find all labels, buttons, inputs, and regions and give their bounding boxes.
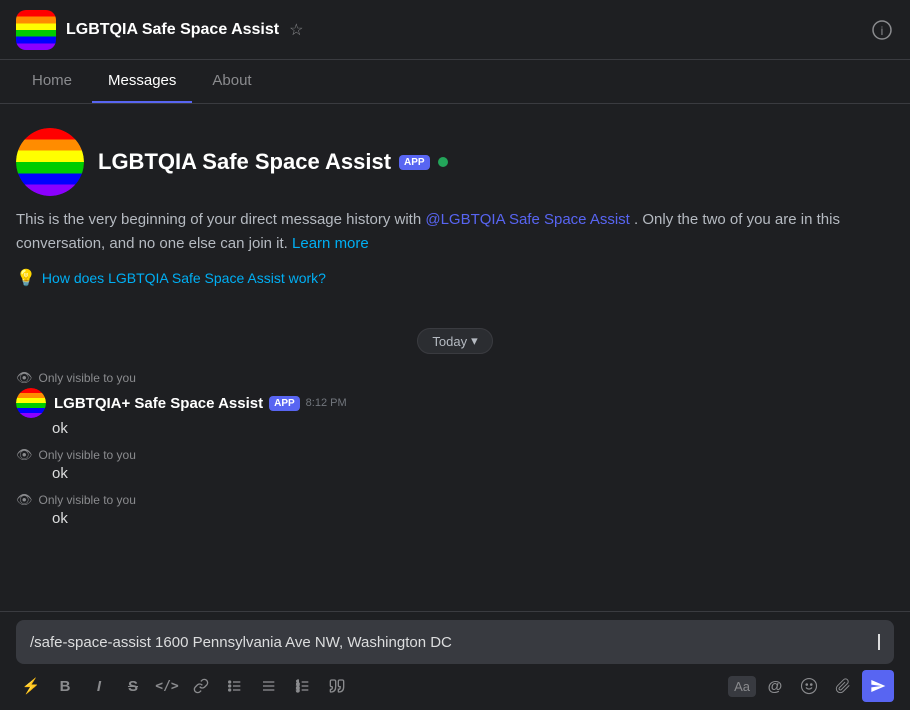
bullet-list-button[interactable] bbox=[220, 671, 250, 701]
learn-more-link[interactable]: Learn more bbox=[292, 235, 369, 252]
eye-icon-3: 👁 bbox=[16, 492, 33, 508]
header-title: LGBTQIA Safe Space Assist bbox=[66, 21, 279, 39]
text-cursor bbox=[878, 634, 880, 650]
intro-text: This is the very beginning of your direc… bbox=[16, 208, 894, 256]
app-logo bbox=[16, 10, 56, 50]
bold-button[interactable]: B bbox=[50, 671, 80, 701]
attach-button[interactable] bbox=[828, 671, 858, 701]
table-row: 👁 Only visible to you ok bbox=[16, 492, 894, 527]
message-text-3: ok bbox=[16, 510, 894, 527]
bot-mention[interactable]: @LGBTQIA Safe Space Assist bbox=[425, 211, 630, 228]
bot-name-row: LGBTQIA Safe Space Assist APP bbox=[98, 149, 448, 175]
italic-button[interactable]: I bbox=[84, 671, 114, 701]
link-button[interactable] bbox=[186, 671, 216, 701]
bot-app-badge: APP bbox=[399, 155, 430, 170]
input-area: /safe-space-assist 1600 Pennsylvania Ave… bbox=[0, 611, 910, 710]
tab-about[interactable]: About bbox=[196, 60, 267, 103]
message-timestamp: 8:12 PM bbox=[306, 397, 347, 409]
send-button[interactable] bbox=[862, 670, 894, 702]
code-button[interactable]: </> bbox=[152, 671, 182, 701]
lightning-button[interactable]: ⚡ bbox=[16, 671, 46, 701]
chat-area: LGBTQIA Safe Space Assist APP This is th… bbox=[0, 104, 910, 611]
toolbar: ⚡ B I S </> 1 2 3 bbox=[16, 664, 894, 702]
message-group: 👁 Only visible to you LGBTQIA+ Safe Spac… bbox=[16, 370, 894, 527]
bot-name-col: LGBTQIA Safe Space Assist APP bbox=[98, 149, 448, 175]
message-input-box[interactable]: /safe-space-assist 1600 Pennsylvania Ave… bbox=[16, 620, 894, 664]
sender-row: LGBTQIA+ Safe Space Assist APP 8:12 PM bbox=[16, 388, 894, 418]
bot-header: LGBTQIA Safe Space Assist APP bbox=[16, 128, 894, 196]
emoji-button[interactable] bbox=[794, 671, 824, 701]
bot-intro: LGBTQIA Safe Space Assist APP This is th… bbox=[16, 128, 894, 288]
sender-name-row: LGBTQIA+ Safe Space Assist APP 8:12 PM bbox=[54, 395, 347, 412]
toolbar-right: Aa @ bbox=[728, 670, 894, 702]
date-chip[interactable]: Today ▾ bbox=[417, 328, 492, 354]
tip-text[interactable]: How does LGBTQIA Safe Space Assist work? bbox=[42, 270, 326, 286]
tab-messages[interactable]: Messages bbox=[92, 60, 192, 103]
visibility-row-3: 👁 Only visible to you bbox=[16, 492, 894, 508]
visibility-row-2: 👁 Only visible to you bbox=[16, 447, 894, 463]
online-indicator bbox=[438, 157, 448, 167]
sender-name: LGBTQIA+ Safe Space Assist bbox=[54, 395, 263, 412]
tip-row[interactable]: 💡 How does LGBTQIA Safe Space Assist wor… bbox=[16, 268, 894, 288]
visibility-text-2: Only visible to you bbox=[39, 448, 136, 462]
message-text-2: ok bbox=[16, 465, 894, 482]
visibility-text-1: Only visible to you bbox=[39, 371, 136, 385]
tab-bar: Home Messages About bbox=[0, 60, 910, 104]
date-divider: Today ▾ bbox=[16, 328, 894, 354]
sender-app-badge: APP bbox=[269, 396, 300, 411]
eye-icon-1: 👁 bbox=[16, 370, 33, 386]
unordered-list-button[interactable] bbox=[254, 671, 284, 701]
header: LGBTQIA Safe Space Assist ☆ i bbox=[0, 0, 910, 60]
star-icon[interactable]: ☆ bbox=[289, 20, 303, 40]
svg-text:i: i bbox=[881, 24, 884, 38]
bot-name: LGBTQIA Safe Space Assist bbox=[98, 149, 391, 175]
message-text-1: ok bbox=[16, 420, 894, 437]
strikethrough-button[interactable]: S bbox=[118, 671, 148, 701]
header-left: LGBTQIA Safe Space Assist ☆ bbox=[16, 10, 303, 50]
bot-avatar bbox=[16, 128, 84, 196]
message-input[interactable]: /safe-space-assist 1600 Pennsylvania Ave… bbox=[30, 634, 877, 651]
table-row: 👁 Only visible to you LGBTQIA+ Safe Spac… bbox=[16, 370, 894, 437]
sender-avatar bbox=[16, 388, 46, 418]
table-row: 👁 Only visible to you ok bbox=[16, 447, 894, 482]
info-icon[interactable]: i bbox=[870, 18, 894, 42]
mention-button[interactable]: @ bbox=[760, 671, 790, 701]
tab-home[interactable]: Home bbox=[16, 60, 88, 103]
eye-icon-2: 👁 bbox=[16, 447, 33, 463]
tip-icon: 💡 bbox=[16, 268, 36, 288]
visibility-row-1: 👁 Only visible to you bbox=[16, 370, 894, 386]
visibility-text-3: Only visible to you bbox=[39, 493, 136, 507]
ordered-list-button[interactable]: 1 2 3 bbox=[288, 671, 318, 701]
svg-text:3: 3 bbox=[296, 688, 299, 694]
quote-button[interactable] bbox=[322, 671, 352, 701]
font-size-button[interactable]: Aa bbox=[728, 676, 756, 697]
